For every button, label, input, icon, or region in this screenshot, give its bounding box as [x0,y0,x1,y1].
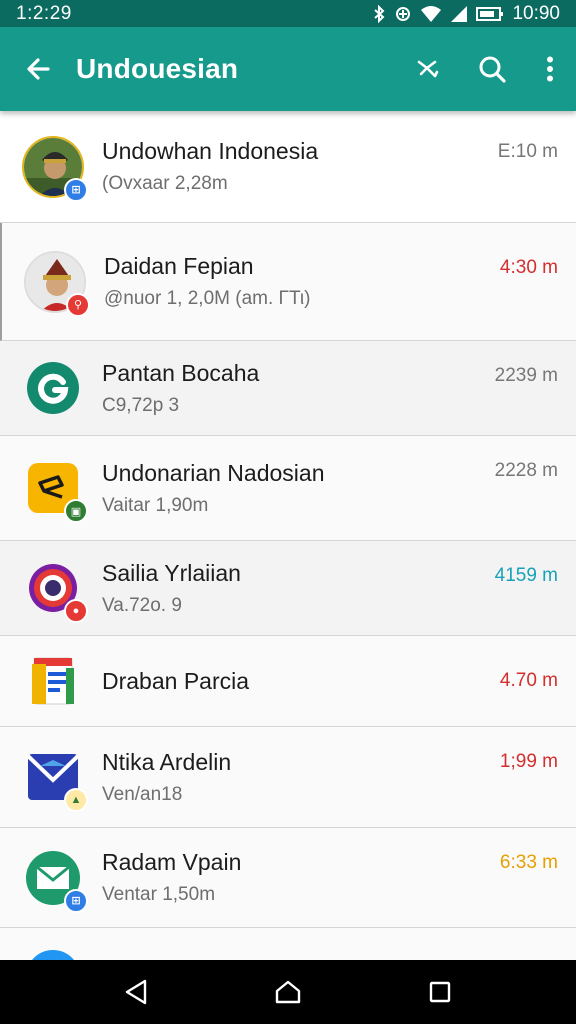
refresh-app-icon [27,362,79,414]
item-subtitle: Vaitar 1,90m [102,494,209,516]
badge-icon: ⊞ [64,888,88,913]
triangle-back-icon [125,979,147,1005]
item-subtitle: Ven/an18 [102,783,183,805]
item-time: 6:33 m [499,852,558,873]
item-subtitle: C9,72p 3 [102,394,180,416]
recents-nav-button[interactable] [410,960,470,1024]
item-subtitle: Ventar 1,50m [102,884,216,905]
item-name: Undowhan Indonesia [102,138,319,164]
badge-icon: ⚲ [66,292,90,317]
status-bar: 1:2:29 10:90 [0,0,576,27]
item-name: Draban Parcia [102,667,250,694]
avatar [22,946,84,960]
item-name: Pantan Bocaha [102,359,260,386]
share-icon [417,60,439,78]
item-time: 4159 m [494,565,558,586]
item-subtitle: @nuor 1, 2,0M (am. ΓΤι) [104,288,311,309]
home-icon [275,980,301,1004]
item-time: 4.70 m [499,670,558,691]
data-saver-icon [396,6,411,21]
document-app-icon [32,657,74,705]
battery-icon [476,6,504,21]
list-item[interactable]: ▣ Undonarian Nadosian Vaitar 1,90m 2228 … [0,436,576,541]
badge-icon: ● [64,599,88,623]
item-name: Daidan Fepian [104,253,254,279]
share-button[interactable] [396,27,460,111]
avatar: ● [22,557,88,623]
page-title: Undouesian [76,53,239,84]
list-item[interactable] [0,928,576,960]
avatar [22,357,84,419]
arrow-back-icon [27,58,50,80]
badge-icon: ▣ [64,499,88,523]
more-vert-icon [547,56,553,82]
search-icon [479,56,506,83]
list-item[interactable]: ⊞ Radam Vpain Ventar 1,50m 6:33 m [0,828,576,928]
badge-icon: ▲ [64,788,88,812]
badge-icon: ⊞ [64,177,88,202]
list-item[interactable]: ▲ Ntika Ardelin Ven/an18 1;99 m [0,727,576,828]
back-nav-button[interactable] [106,960,166,1024]
item-time: 2228 m [494,460,558,481]
app-bar: Undouesian [0,27,576,111]
item-name: Ntika Ardelin [102,748,232,775]
avatar: ⊞ [22,847,88,913]
item-time: 1;99 m [499,751,558,772]
item-time: 4:30 m [499,257,558,278]
item-subtitle: Va.72o. 9 [102,594,182,616]
search-button[interactable] [460,27,524,111]
app-icon [32,950,74,960]
status-time-left: 1:2:29 [16,2,72,24]
list-item[interactable]: ⊞ Undowhan Indonesia (Ovxaar 2,28m Ε:10 … [0,111,576,223]
signal-icon [451,5,468,22]
avatar: ⚲ [24,250,90,317]
avatar: ▣ [22,457,88,523]
item-name: Radam Vpain [102,849,242,875]
bluetooth-icon [374,4,385,23]
item-name: Sailia Yrlaiian [102,559,241,586]
list-item[interactable]: Draban Parcia 4.70 m [0,636,576,727]
item-subtitle: (Ovxaar 2,28m [102,173,228,194]
back-button[interactable] [0,27,76,111]
home-nav-button[interactable] [258,960,318,1024]
avatar [22,650,84,712]
item-time: Ε:10 m [497,141,558,162]
status-time-right: 10:90 [512,2,560,24]
item-name: Undonarian Nadosian [102,459,325,486]
list-item[interactable]: ● Sailia Yrlaiian Va.72o. 9 4159 m [0,541,576,636]
item-time: 2239 m [494,365,558,386]
navigation-bar [0,960,576,1024]
status-icons [372,4,504,23]
avatar: ▲ [22,746,88,812]
avatar: ⊞ [22,135,88,202]
list-item[interactable]: Pantan Bocaha C9,72p 3 2239 m [0,341,576,436]
square-recents-icon [429,981,451,1003]
chat-list: ⊞ Undowhan Indonesia (Ovxaar 2,28m Ε:10 … [0,111,576,960]
list-item[interactable]: ⚲ Daidan Fepian @nuor 1, 2,0M (am. ΓΤι) … [0,223,576,341]
wifi-icon [421,5,442,22]
more-options-button[interactable] [524,27,576,111]
